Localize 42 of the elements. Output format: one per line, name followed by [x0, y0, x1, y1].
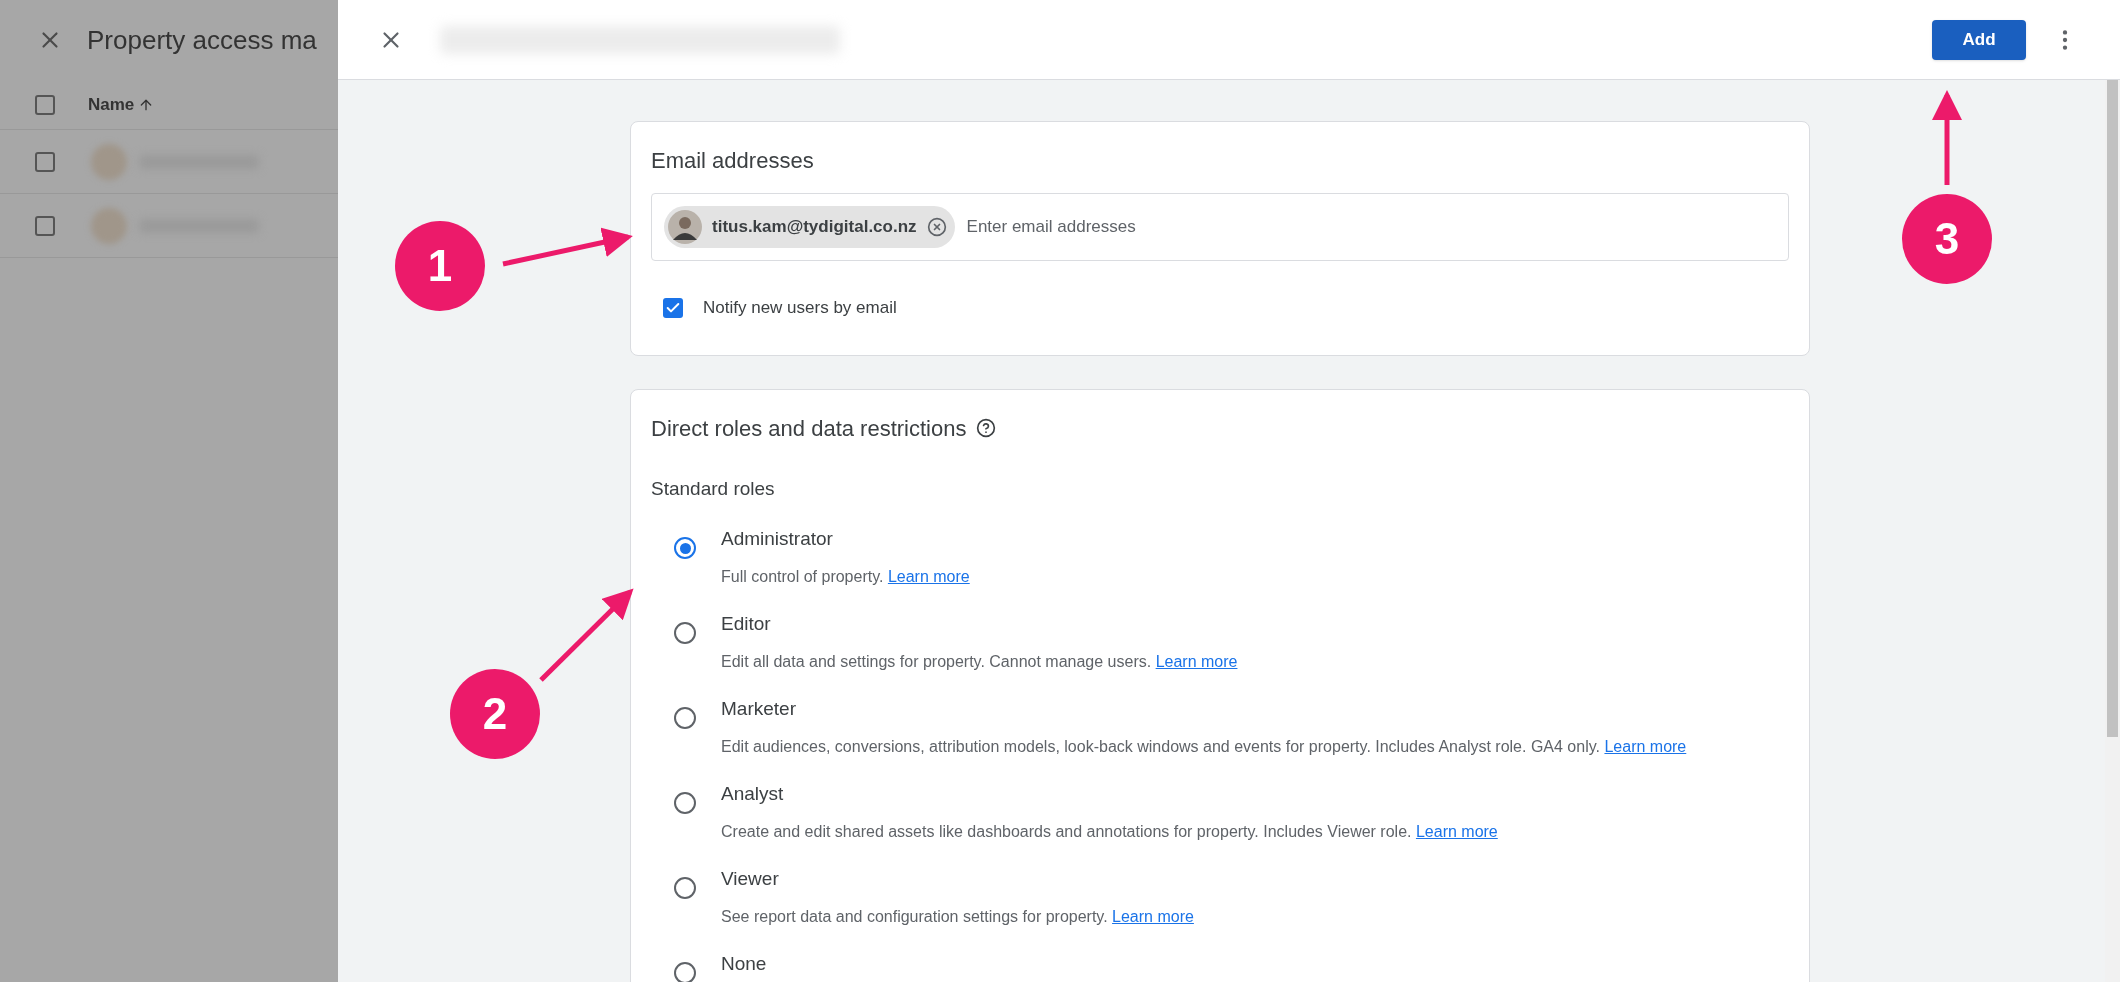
- radio-button[interactable]: [674, 707, 696, 729]
- role-name: Marketer: [721, 697, 797, 721]
- radio-button[interactable]: [674, 962, 696, 982]
- radio-button[interactable]: [674, 622, 696, 644]
- checkbox[interactable]: [35, 215, 55, 236]
- email-address: titus.kam@tydigital.co.nz: [712, 216, 917, 239]
- role-description: Create and edit shared assets like dashboards and annotations for property. Includes Viewer role. Learn more: [721, 822, 1498, 842]
- learn-more-link[interactable]: Learn more: [1112, 908, 1194, 925]
- email-input[interactable]: Enter email addresses: [966, 214, 1776, 240]
- learn-more-link[interactable]: Learn more: [1415, 823, 1498, 840]
- section-label: Standard roles: [651, 476, 776, 501]
- email-field[interactable]: titus.kam@tydigital.co.nz Enter email addresses: [651, 193, 1789, 261]
- role-name: Analyst: [721, 782, 785, 806]
- role-description: Full control of property. Learn more: [721, 567, 970, 587]
- avatar-icon: [668, 210, 702, 244]
- add-button[interactable]: Add: [1932, 19, 2026, 60]
- radio-button[interactable]: [674, 877, 696, 899]
- card-title: Direct roles and data restrictions: [651, 414, 967, 443]
- email-chip[interactable]: titus.kam@tydigital.co.nz: [664, 206, 955, 248]
- radio-button[interactable]: [674, 537, 696, 559]
- role-description: See report data and configuration settings for property. Learn more: [721, 907, 1194, 927]
- checkbox[interactable]: [35, 94, 55, 115]
- checkbox-label: Notify new users by email: [703, 297, 897, 319]
- help-icon[interactable]: [976, 418, 997, 438]
- radio-button[interactable]: [674, 792, 696, 814]
- role-description: Edit all data and settings for property. Cannot manage users. Learn more: [721, 652, 1238, 672]
- column-header[interactable]: Name: [88, 91, 135, 118]
- card-title: Email addresses: [651, 147, 815, 175]
- learn-more-link[interactable]: Learn more: [1155, 653, 1238, 670]
- blurred-avatar: [91, 207, 127, 244]
- blurred-avatar: [91, 143, 127, 180]
- checkbox[interactable]: [35, 151, 55, 172]
- role-name: Viewer: [721, 867, 780, 891]
- learn-more-link[interactable]: Learn more: [1604, 738, 1687, 755]
- checkbox[interactable]: [663, 297, 683, 318]
- role-description: Edit audiences, conversions, attribution models, look-back windows and events for property. Includes Analyst role. GA4 only. Learn more: [721, 737, 1687, 757]
- role-name: Editor: [721, 612, 772, 636]
- role-name: None: [721, 952, 767, 976]
- role-name: Administrator: [721, 527, 834, 551]
- learn-more-link[interactable]: Learn more: [887, 568, 970, 585]
- page-title: Property access ma: [87, 23, 317, 57]
- remove-icon[interactable]: [926, 217, 947, 237]
